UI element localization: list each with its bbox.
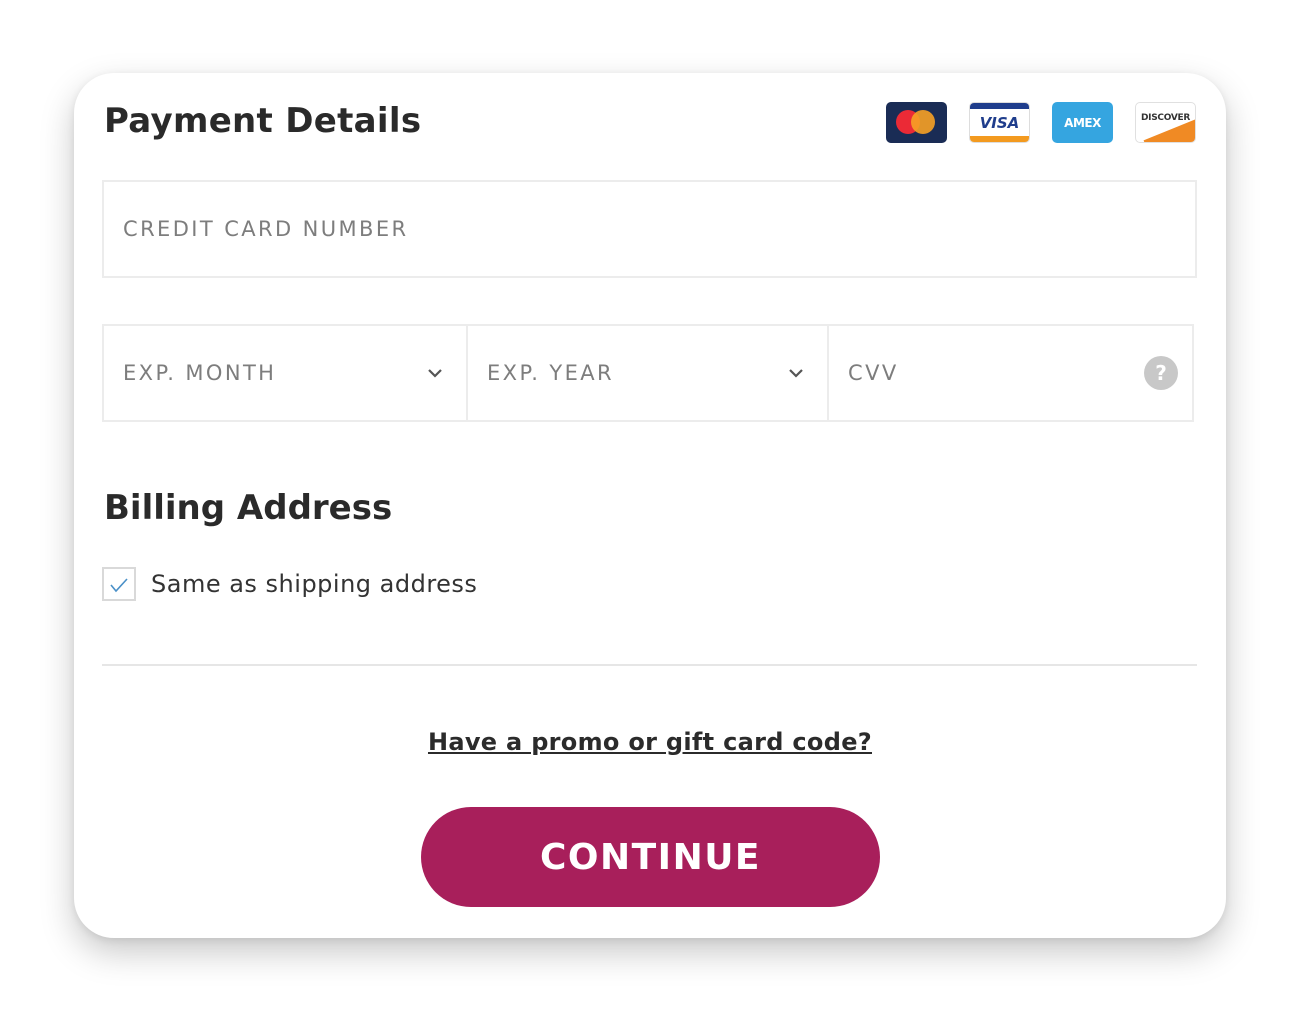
credit-card-number-placeholder: CREDIT CARD NUMBER — [123, 217, 409, 241]
promo-container: Have a promo or gift card code? — [74, 728, 1226, 756]
visa-logo-icon: VISA — [969, 102, 1030, 143]
amex-logo-icon: AMEX — [1052, 102, 1113, 143]
same-as-shipping-checkbox[interactable] — [102, 567, 136, 601]
credit-card-number-field[interactable]: CREDIT CARD NUMBER — [102, 180, 1197, 278]
card-brand-logos: VISA AMEX DISCOVER — [886, 102, 1196, 143]
continue-button[interactable]: CONTINUE — [421, 807, 880, 907]
same-as-shipping-row[interactable]: Same as shipping address — [102, 567, 477, 601]
payment-card: Payment Details VISA AMEX DISCOVER CREDI… — [74, 73, 1226, 938]
same-as-shipping-label: Same as shipping address — [151, 570, 478, 598]
chevron-down-icon — [428, 369, 442, 378]
help-icon[interactable]: ? — [1144, 356, 1178, 390]
mastercard-logo-icon — [886, 102, 947, 143]
payment-details-title: Payment Details — [104, 101, 422, 141]
discover-logo-icon: DISCOVER — [1135, 102, 1196, 143]
promo-code-link[interactable]: Have a promo or gift card code? — [428, 728, 872, 756]
expiry-cvv-row: EXP. MONTH EXP. YEAR CVV ? — [102, 324, 1194, 422]
exp-year-placeholder: EXP. YEAR — [487, 361, 615, 385]
exp-year-select[interactable]: EXP. YEAR — [466, 324, 829, 422]
divider — [102, 664, 1197, 666]
checkmark-icon — [110, 578, 128, 593]
cvv-field[interactable]: CVV ? — [827, 324, 1194, 422]
cvv-placeholder: CVV — [848, 361, 899, 385]
billing-address-title: Billing Address — [104, 488, 393, 528]
chevron-down-icon — [789, 369, 803, 378]
exp-month-select[interactable]: EXP. MONTH — [102, 324, 468, 422]
exp-month-placeholder: EXP. MONTH — [123, 361, 277, 385]
